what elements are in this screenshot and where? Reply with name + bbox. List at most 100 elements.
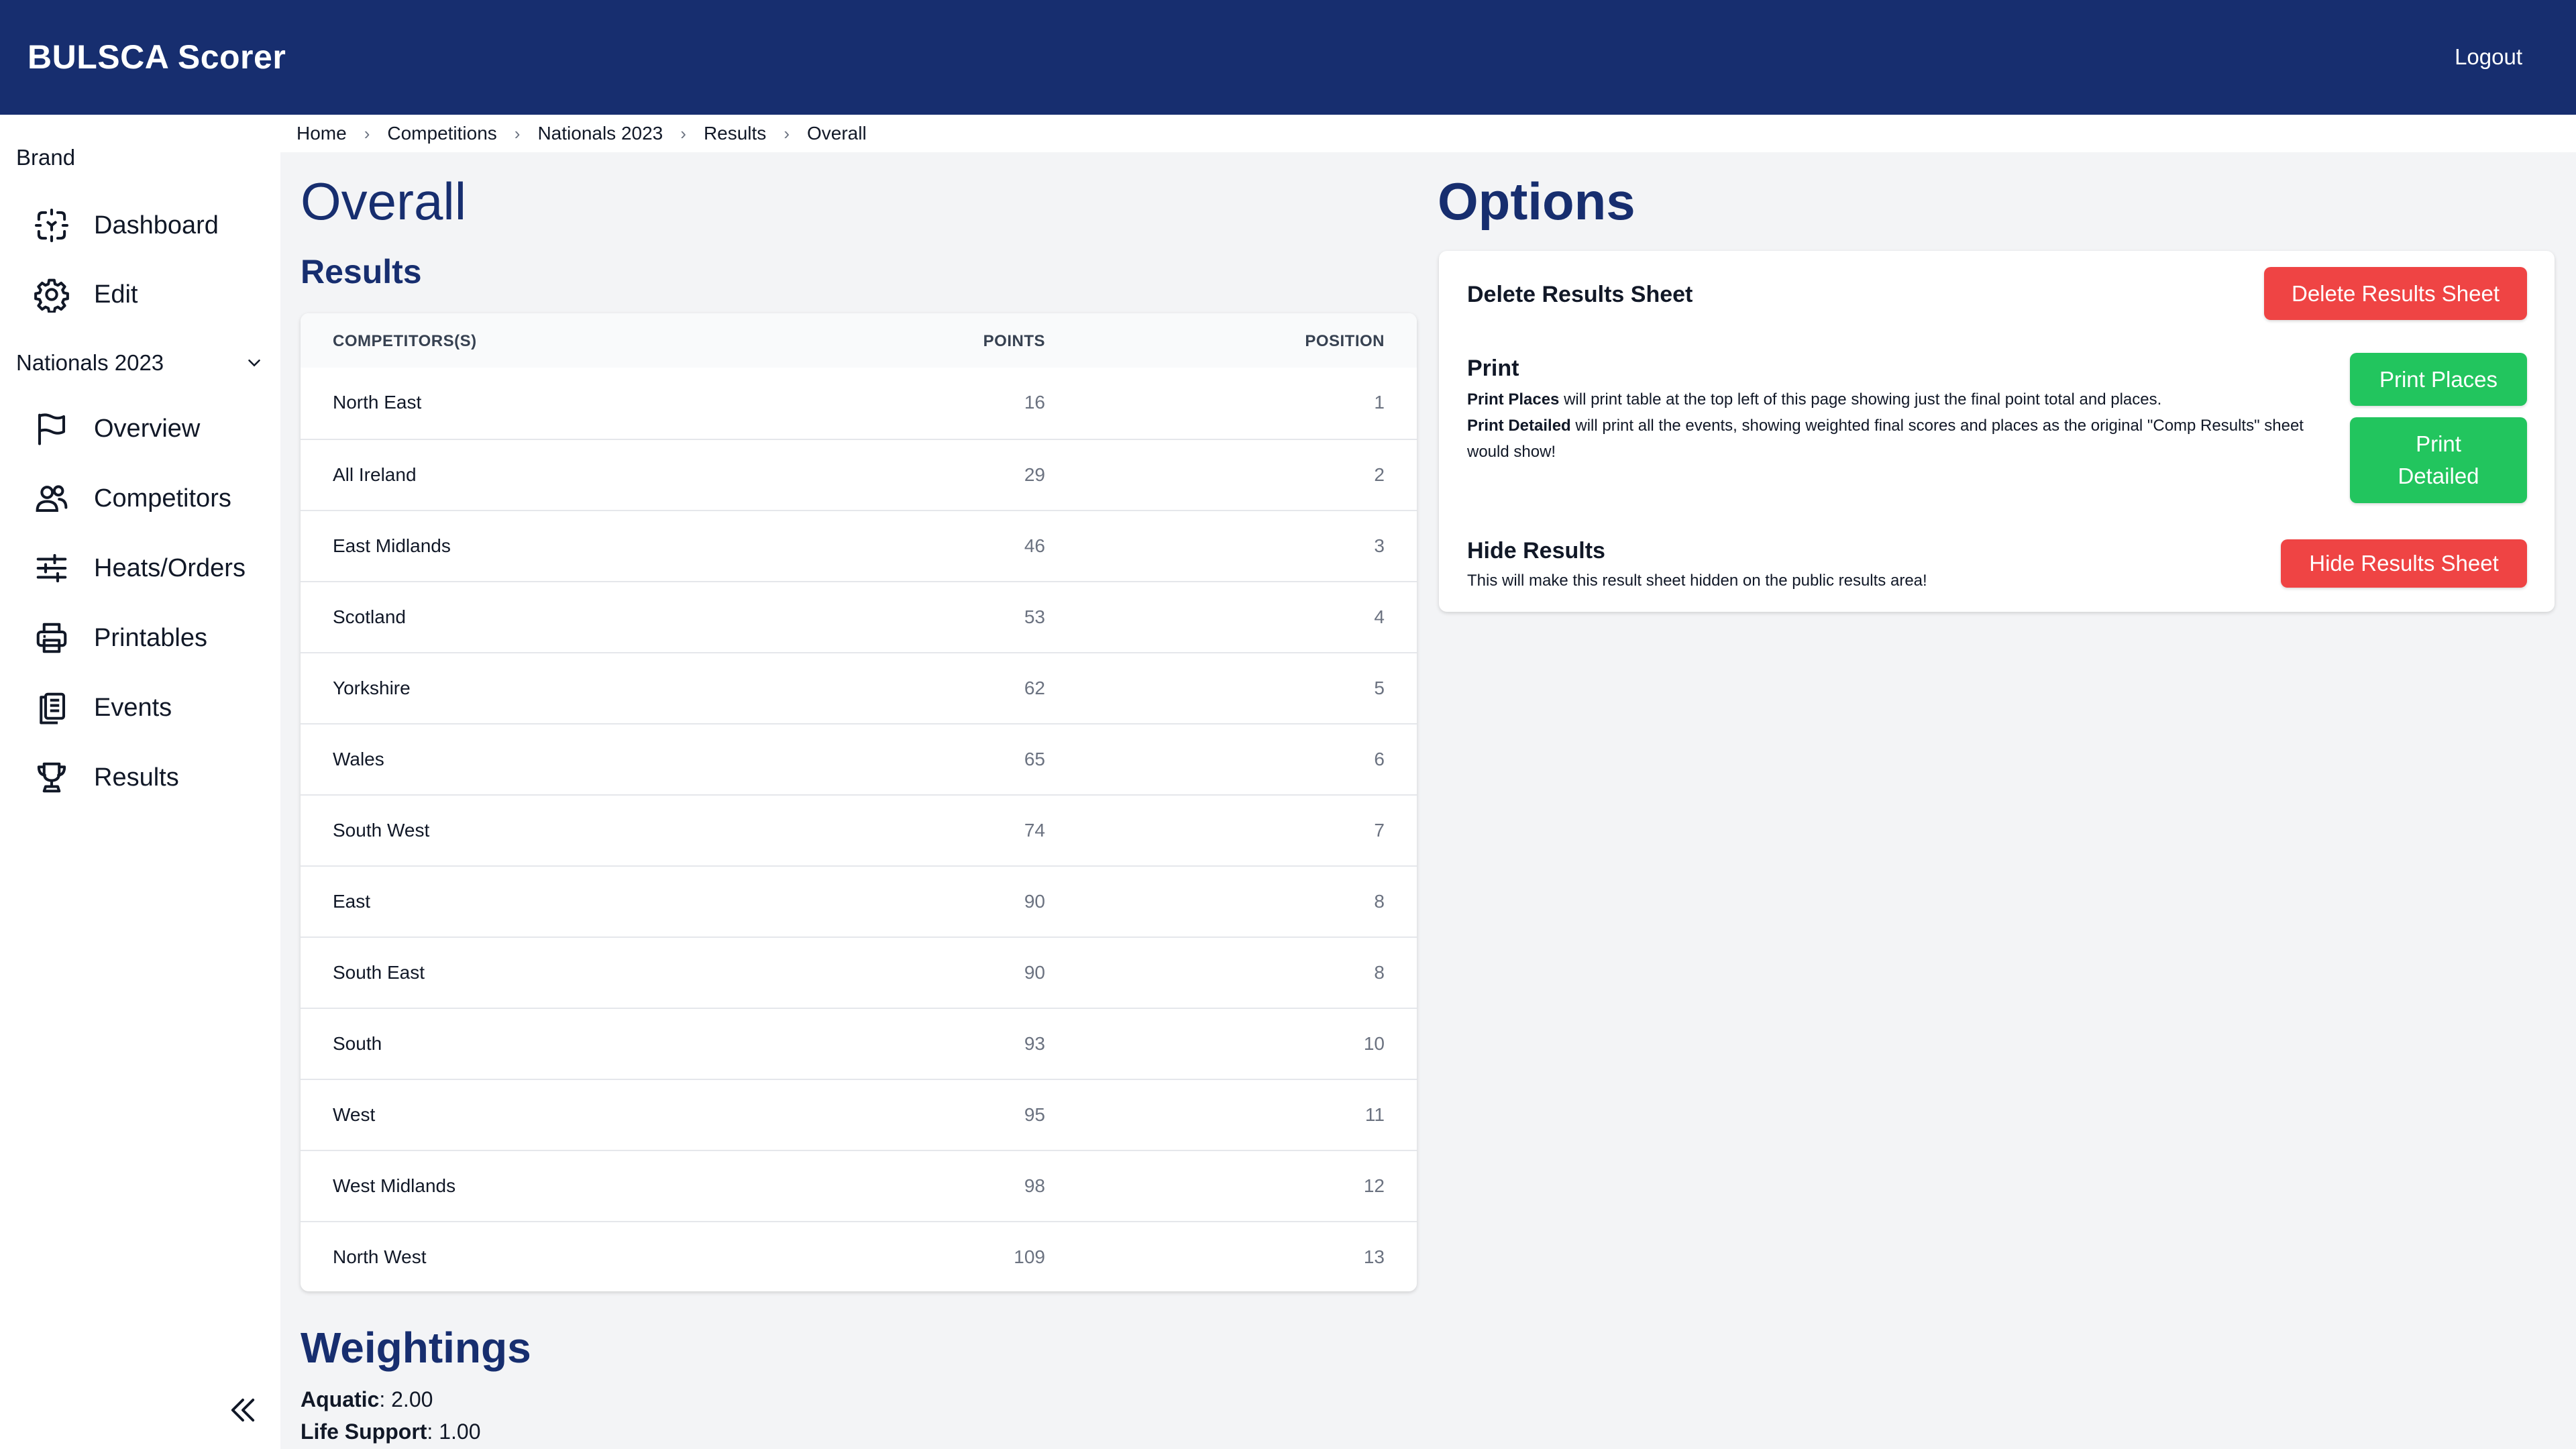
sidebar-item-label: Heats/Orders [94, 553, 246, 582]
breadcrumb-current: Overall [806, 123, 867, 144]
sidebar-item-results[interactable]: Results [34, 754, 262, 801]
weighting-value: 1.00 [439, 1419, 481, 1444]
points-cell: 53 [1024, 606, 1045, 627]
results-table: COMPETITORS(S) POINTS POSITION North Eas… [301, 313, 1417, 1291]
position-cell: 5 [1374, 678, 1385, 698]
column-header-points: POINTS [983, 332, 1045, 350]
print-detailed-term: Print Detailed [1467, 417, 1571, 435]
weightings-heading: Weightings [301, 1324, 531, 1372]
competitor-name: South [333, 1033, 382, 1054]
sidebar-item-label: Competitors [94, 484, 231, 513]
table-row: West 95 11 [301, 1079, 1417, 1150]
delete-results-button[interactable]: Delete Results Sheet [2264, 267, 2527, 320]
hide-results-button[interactable]: Hide Results Sheet [2281, 539, 2527, 588]
position-cell: 8 [1374, 962, 1385, 983]
competitor-name: South East [333, 962, 425, 983]
position-cell: 12 [1363, 1175, 1385, 1196]
sidebar-item-overview[interactable]: Overview [34, 405, 262, 452]
table-row: Wales 65 6 [301, 723, 1417, 794]
table-row: Scotland 53 4 [301, 581, 1417, 652]
collapse-sidebar-icon[interactable] [225, 1393, 260, 1428]
column-header-position: POSITION [1305, 332, 1385, 350]
position-cell: 8 [1374, 891, 1385, 912]
printer-icon [36, 623, 67, 653]
position-cell: 1 [1374, 392, 1385, 413]
sidebar-item-label: Results [94, 763, 179, 792]
print-detailed-button-line1: Print [2416, 431, 2461, 456]
chevron-down-icon [248, 360, 260, 367]
table-row: East Midlands 46 3 [301, 510, 1417, 581]
hide-description: This will make this result sheet hidden … [1467, 572, 1927, 590]
table-row: West Midlands 98 12 [301, 1150, 1417, 1221]
sidebar-item-dashboard[interactable]: Dashboard [34, 202, 262, 249]
competitor-name: North West [333, 1246, 427, 1267]
sidebar-item-events[interactable]: Events [34, 684, 262, 731]
sidebar-item-label: Printables [94, 623, 207, 652]
table-row: Yorkshire 62 5 [301, 652, 1417, 723]
points-cell: 46 [1024, 535, 1045, 556]
print-places-button[interactable]: Print Places [2350, 353, 2527, 406]
points-cell: 74 [1024, 820, 1045, 841]
points-cell: 29 [1024, 464, 1045, 485]
clipboard-icon [40, 692, 66, 724]
logout-link[interactable]: Logout [2455, 44, 2522, 70]
competitor-name: Scotland [333, 606, 406, 627]
competitor-name: Wales [333, 749, 384, 769]
points-cell: 93 [1024, 1033, 1045, 1054]
sidebar-item-edit[interactable]: Edit [34, 271, 262, 318]
position-cell: 2 [1374, 464, 1385, 485]
sidebar-item-label: Dashboard [94, 211, 219, 239]
competitor-name: Yorkshire [333, 678, 411, 698]
column-header-competitors: COMPETITORS(S) [333, 332, 477, 350]
position-cell: 4 [1374, 606, 1385, 627]
position-cell: 3 [1374, 535, 1385, 556]
print-description: Print Places will print table at the top… [1467, 386, 2319, 465]
users-icon [36, 485, 68, 513]
sidebar-item-label: Overview [94, 414, 201, 443]
hide-section-title: Hide Results [1467, 538, 1605, 564]
table-body: North East 16 1 All Ireland 29 2 East Midlands… [301, 368, 1417, 1291]
breadcrumb-competitions[interactable]: Competitions [387, 123, 496, 144]
dashboard-icon [35, 209, 68, 242]
print-detailed-button[interactable]: Print Detailed [2350, 417, 2527, 503]
weighting-label: Life Support [301, 1419, 427, 1444]
position-cell: 10 [1363, 1033, 1385, 1054]
top-navbar: BULSCA Scorer Logout [0, 0, 2576, 115]
table-row: All Ireland 29 2 [301, 439, 1417, 510]
chevron-right-icon: › [364, 123, 370, 144]
table-row: East 90 8 [301, 865, 1417, 936]
breadcrumb-home[interactable]: Home [297, 123, 347, 144]
table-row: South East 90 8 [301, 936, 1417, 1008]
position-cell: 7 [1374, 820, 1385, 841]
sidebar: Brand Dashboard Edit Nationals 2023 Over… [0, 115, 280, 1449]
points-cell: 65 [1024, 749, 1045, 769]
sidebar-brand-heading: Brand [16, 145, 76, 170]
weighting-label: Aquatic [301, 1387, 380, 1411]
table-header: COMPETITORS(S) POINTS POSITION [301, 313, 1417, 368]
print-detailed-text: will print all the events, showing weigh… [1467, 417, 2304, 461]
sidebar-group-competition[interactable]: Nationals 2023 [16, 346, 264, 380]
weighting-value: 2.00 [391, 1387, 433, 1411]
points-cell: 98 [1024, 1175, 1045, 1196]
chevron-right-icon: › [514, 123, 521, 144]
position-cell: 11 [1364, 1104, 1385, 1125]
competitor-name: North East [333, 392, 422, 413]
sidebar-item-printables[interactable]: Printables [34, 614, 262, 661]
breadcrumb-results[interactable]: Results [704, 123, 766, 144]
position-cell: 13 [1363, 1246, 1385, 1267]
sidebar-item-heats-orders[interactable]: Heats/Orders [34, 545, 262, 592]
table-row: North East 16 1 [301, 368, 1417, 439]
app-title[interactable]: BULSCA Scorer [28, 38, 286, 76]
weighting-life-support: Life Support: 1.00 [301, 1419, 481, 1444]
points-cell: 62 [1024, 678, 1045, 698]
competitor-name: All Ireland [333, 464, 417, 485]
chevron-right-icon: › [784, 123, 790, 144]
chevron-right-icon: › [680, 123, 686, 144]
sidebar-group-label: Nationals 2023 [16, 350, 164, 375]
breadcrumb-competition[interactable]: Nationals 2023 [537, 123, 663, 144]
competitor-name: East Midlands [333, 535, 451, 556]
options-heading: Options [1438, 172, 1635, 231]
position-cell: 6 [1374, 749, 1385, 769]
sidebar-item-competitors[interactable]: Competitors [34, 475, 262, 522]
sliders-icon [36, 553, 67, 583]
